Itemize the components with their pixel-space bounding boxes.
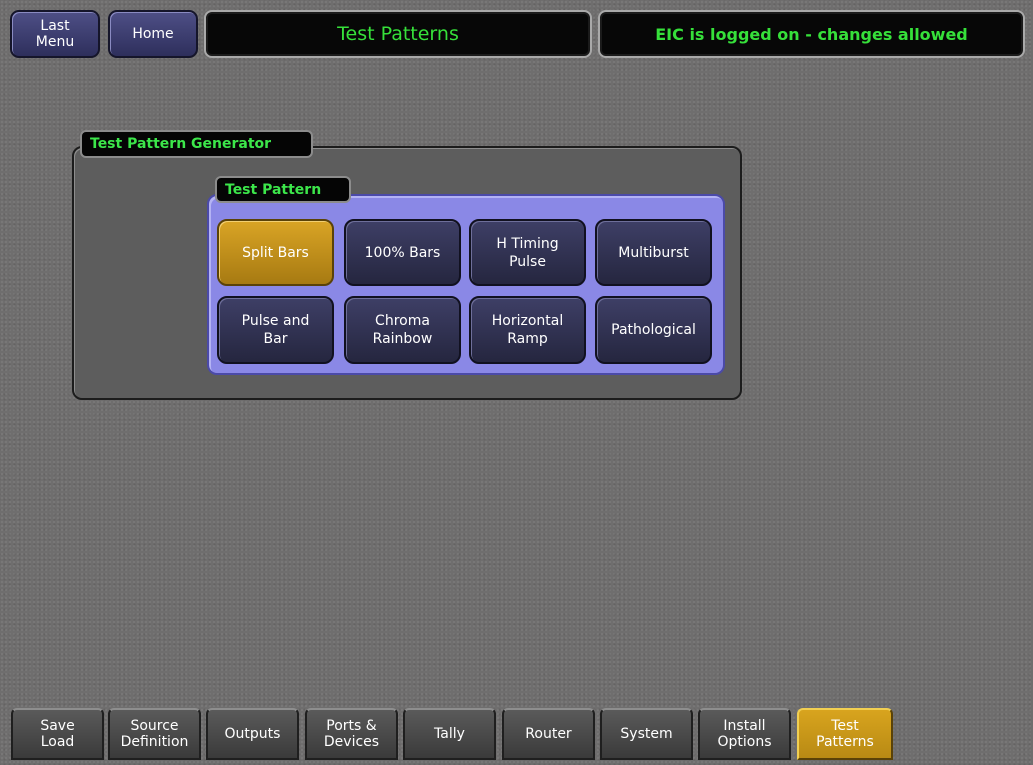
- tab-save-load[interactable]: Save Load: [11, 708, 104, 760]
- test-pattern-generator-label: Test Pattern Generator: [80, 130, 313, 158]
- h-timing-pulse-button[interactable]: H Timing Pulse: [469, 219, 586, 286]
- last-menu-button[interactable]: Last Menu: [10, 10, 100, 58]
- page-title-panel: Test Patterns: [204, 10, 592, 58]
- tab-tally[interactable]: Tally: [403, 708, 496, 760]
- tab-ports-devices[interactable]: Ports & Devices: [305, 708, 398, 760]
- tab-router[interactable]: Router: [502, 708, 595, 760]
- login-status-text: EIC is logged on - changes allowed: [655, 24, 968, 44]
- test-pattern-label: Test Pattern: [215, 176, 351, 203]
- page-title: Test Patterns: [337, 23, 459, 45]
- last-menu-label: Last Menu: [35, 18, 75, 50]
- multiburst-button[interactable]: Multiburst: [595, 219, 712, 286]
- status-panel: EIC is logged on - changes allowed: [598, 10, 1025, 58]
- pulse-and-bar-button[interactable]: Pulse and Bar: [217, 296, 334, 364]
- home-label: Home: [132, 26, 174, 42]
- tab-system[interactable]: System: [600, 708, 693, 760]
- split-bars-button[interactable]: Split Bars: [217, 219, 334, 286]
- tab-source-definition[interactable]: Source Definition: [108, 708, 201, 760]
- chroma-rainbow-button[interactable]: Chroma Rainbow: [344, 296, 461, 364]
- tab-test-patterns[interactable]: Test Patterns: [797, 708, 893, 760]
- home-button[interactable]: Home: [108, 10, 198, 58]
- tab-install-options[interactable]: Install Options: [698, 708, 791, 760]
- tab-outputs[interactable]: Outputs: [206, 708, 299, 760]
- 100-percent-bars-button[interactable]: 100% Bars: [344, 219, 461, 286]
- horizontal-ramp-button[interactable]: Horizontal Ramp: [469, 296, 586, 364]
- pathological-button[interactable]: Pathological: [595, 296, 712, 364]
